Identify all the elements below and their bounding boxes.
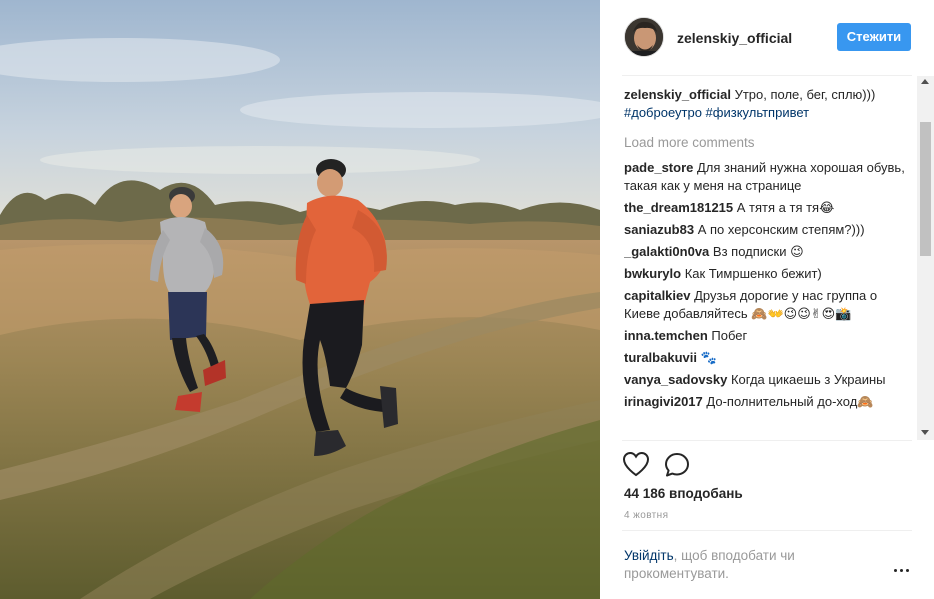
comment-item: inna.temchen Побег — [624, 327, 910, 345]
header-divider — [622, 75, 912, 76]
comment-text: Когда цикаешь з Украины — [730, 372, 886, 387]
comment-text: До-полнительный до-ход🙈 — [706, 394, 874, 409]
comment-item: the_dream181215 А тятя а тя тя😂 — [624, 199, 910, 217]
caption-text: Утро, поле, бег, сплю))) — [734, 87, 876, 102]
comment-item: bwkurylo Как Тимршенко бежит) — [624, 265, 910, 283]
heart-icon[interactable] — [622, 451, 650, 477]
footer-divider — [622, 530, 912, 531]
follow-button[interactable]: Стежити — [837, 23, 911, 51]
scrollbar-thumb[interactable] — [920, 122, 931, 256]
comment-username[interactable]: _galakti0n0va — [624, 244, 709, 259]
comment-text: Вз подписки 😉 — [712, 244, 804, 259]
post-caption: zelenskiy_official Утро, поле, бег, сплю… — [624, 86, 910, 122]
comment-text: 🐾 — [700, 350, 717, 365]
comment-text: Как Тимршенко бежит) — [684, 266, 822, 281]
comment-text: Побег — [711, 328, 748, 343]
actions-divider — [622, 440, 912, 441]
comment-item: capitalkiev Друзья дорогие у нас группа … — [624, 287, 910, 323]
scroll-up-arrow-icon[interactable] — [921, 79, 929, 84]
caption-hashtags[interactable]: #доброеутро #физкультпривет — [624, 105, 809, 120]
comment-text: А тятя а тя тя😂 — [736, 200, 835, 215]
comment-text: А по херсонским степям?))) — [697, 222, 865, 237]
author-username[interactable]: zelenskiy_official — [677, 30, 792, 46]
load-more-comments-button[interactable]: Load more comments — [624, 134, 910, 152]
comment-username[interactable]: saniazub83 — [624, 222, 694, 237]
comment-item: turalbakuvii 🐾 — [624, 349, 910, 367]
speech-bubble-icon[interactable] — [663, 451, 691, 479]
avatar-image — [625, 18, 663, 56]
more-options-icon[interactable] — [894, 567, 912, 575]
caption-username[interactable]: zelenskiy_official — [624, 87, 731, 102]
comment-item: irinagivi2017 До-полнительный до-ход🙈 — [624, 393, 910, 411]
comment-item: vanya_sadovsky Когда цикаешь з Украины — [624, 371, 910, 389]
photo-scene — [0, 0, 600, 599]
comment-username[interactable]: irinagivi2017 — [624, 394, 703, 409]
comment-username[interactable]: bwkurylo — [624, 266, 681, 281]
comments-list[interactable]: zelenskiy_official Утро, поле, бег, сплю… — [624, 86, 910, 440]
login-prompt: Увійдіть, щоб вподобати чи прокоментуват… — [624, 547, 864, 583]
comment-username[interactable]: pade_store — [624, 160, 693, 175]
comments-scrollbar[interactable] — [917, 76, 934, 440]
comment-username[interactable]: the_dream181215 — [624, 200, 733, 215]
post-header: zelenskiy_official Стежити — [600, 0, 934, 76]
post-date: 4 жовтня — [624, 510, 669, 521]
comment-username[interactable]: vanya_sadovsky — [624, 372, 727, 387]
comment-username[interactable]: capitalkiev — [624, 288, 691, 303]
scroll-down-arrow-icon[interactable] — [921, 430, 929, 435]
comment-item: _galakti0n0va Вз подписки 😉 — [624, 243, 910, 261]
post-photo — [0, 0, 600, 599]
comment-username[interactable]: inna.temchen — [624, 328, 708, 343]
likes-count[interactable]: 44 186 вподобань — [624, 486, 743, 501]
comment-username[interactable]: turalbakuvii — [624, 350, 697, 365]
login-link[interactable]: Увійдіть — [624, 548, 674, 563]
avatar[interactable] — [624, 17, 664, 57]
comment-item: saniazub83 А по херсонским степям?))) — [624, 221, 910, 239]
comment-item: pade_store Для знаний нужна хорошая обув… — [624, 159, 910, 195]
